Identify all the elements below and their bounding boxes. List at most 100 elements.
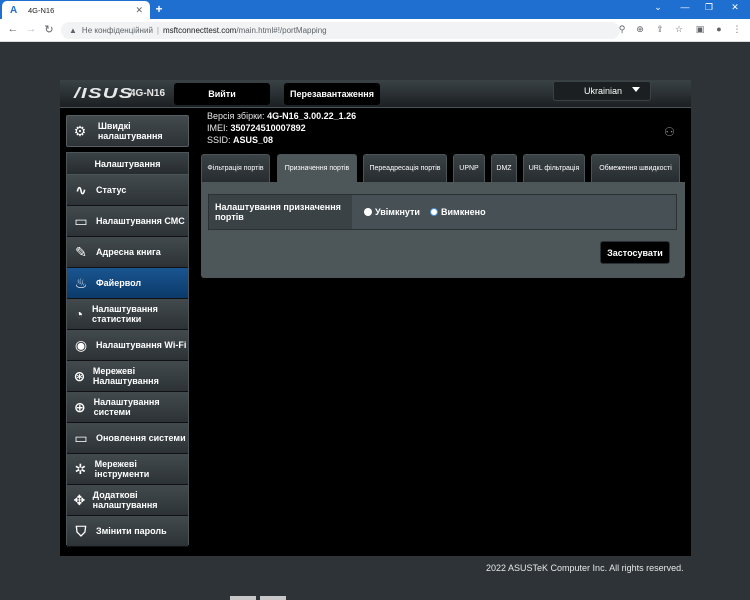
browser-tab-title: 4G-N16 [28, 5, 55, 15]
logout-button[interactable]: Вийти [174, 83, 270, 105]
tab-speed-limit[interactable]: Обмеження швидкості [591, 154, 680, 183]
firewall-icon: ♨ [74, 275, 88, 291]
key-icon[interactable]: ⚲ [615, 24, 629, 35]
radio-enable[interactable]: Увімкнути [364, 207, 420, 217]
sidebar-item-label: Оновлення системи [96, 433, 186, 443]
wifi-icon: ◉ [74, 337, 88, 353]
close-icon[interactable]: ✕ [135, 5, 143, 16]
sidebar-item-password[interactable]: ⛉ Змінити пароль [67, 516, 188, 547]
globe-icon: ⊕ [73, 399, 86, 415]
tools-icon: ✲ [74, 461, 87, 477]
scroll-indicator [230, 596, 256, 600]
model-name: 4G-N16 [130, 88, 166, 99]
menu-icon[interactable]: ⋮ [730, 24, 744, 35]
zoom-icon[interactable]: ⊕ [633, 24, 647, 35]
sms-icon: ▭ [74, 213, 88, 229]
device-info: Версія збірки: 4G-N16_3.00.22_1.26 IMEI:… [207, 110, 356, 146]
quick-setup-label: Швидкі налаштування [97, 121, 163, 141]
copyright: 2022 ASUSTeK Computer Inc. All rights re… [486, 563, 684, 573]
imei-value: 350724510007892 [230, 123, 306, 133]
forward-icon[interactable]: → [24, 23, 38, 35]
profile-icon[interactable]: ● [712, 24, 726, 34]
network-icon: ⊛ [73, 368, 86, 384]
chevron-down-icon[interactable]: ⌄ [648, 2, 668, 13]
tab-port-mapping[interactable]: Призначення портів [277, 154, 357, 183]
port-mapping-setting-row: Налаштування призначення портів Увімкнут… [208, 194, 677, 230]
url-security-label: Не конфіденційний [81, 26, 153, 35]
sidebar-item-sms[interactable]: ▭ Налаштування СМС [67, 206, 188, 237]
sidepanel-icon[interactable]: ▣ [693, 24, 707, 35]
page-background: /ISUS 4G-N16 Вийти Перезавантаження Ukra… [0, 43, 750, 600]
url-separator: | [156, 26, 159, 35]
url-path: /main.html#!/portMapping [236, 26, 327, 35]
back-icon[interactable]: ← [6, 23, 20, 35]
share-icon[interactable]: ⇪ [653, 24, 667, 35]
sidebar-item-update[interactable]: ▭ Оновлення системи [67, 423, 188, 454]
port-mapping-panel: Налаштування призначення портів Увімкнут… [201, 182, 685, 278]
sidebar-item-label: Файервол [96, 278, 142, 288]
sidebar-item-tools[interactable]: ✲ Мережеві інструменти [67, 454, 188, 485]
lock-icon: ⛉ [75, 523, 87, 539]
scroll-indicator [260, 596, 286, 600]
address-bar: ← → ↻ ▲ Не конфіденційний | msftconnectt… [0, 19, 750, 42]
url-field[interactable]: ▲ Не конфіденційний | msftconnecttest.co… [61, 22, 620, 39]
advanced-icon: ✥ [73, 492, 86, 508]
sidebar-item-statistics[interactable]: ◔ Налаштування статистики [67, 299, 188, 330]
tab-port-forwarding[interactable]: Переадресація портів [363, 154, 447, 183]
warning-icon[interactable]: ▲ [69, 26, 77, 35]
router-favicon-icon: A [10, 4, 18, 16]
star-icon[interactable]: ☆ [672, 24, 686, 35]
radio-disable-dot[interactable] [430, 208, 438, 216]
reboot-button[interactable]: Перезавантаження [284, 83, 380, 105]
apply-button[interactable]: Застосувати [600, 241, 670, 264]
sidebar-item-label: Змінити пароль [96, 526, 167, 536]
setting-label: Налаштування призначення портів [209, 195, 352, 229]
sidebar-item-status[interactable]: ∿ Статус [67, 175, 188, 206]
sidebar-menu: Налаштування ∿ Статус ▭ Налаштування СМС… [66, 152, 189, 547]
restore-icon[interactable]: ❐ [699, 2, 719, 13]
tab-url-filtering[interactable]: URL фільтрація [523, 154, 585, 183]
sidebar-item-network[interactable]: ⊛ Мережеві Налаштування [67, 361, 188, 392]
users-icon[interactable]: ⚇ [664, 125, 675, 139]
sidebar-item-system[interactable]: ⊕ Налаштування системи [67, 392, 188, 423]
sidebar-item-label: Адресна книга [96, 247, 161, 257]
ssid-label: SSID: [207, 135, 231, 145]
sidebar-item-label: Налаштування статистики [91, 304, 158, 324]
radio-disable-label: Вимкнено [441, 207, 486, 217]
address-book-icon: ✎ [75, 244, 87, 260]
quick-setup-icon: ⚙ [73, 122, 87, 139]
sidebar-item-label: Налаштування Wi-Fi [96, 340, 187, 350]
router-header: /ISUS 4G-N16 Вийти Перезавантаження Ukra… [60, 80, 691, 108]
sidebar-item-wifi[interactable]: ◉ Налаштування Wi-Fi [67, 330, 188, 361]
reload-icon[interactable]: ↻ [42, 23, 56, 36]
browser-tab-strip: A 4G-N16 ✕ + ⌄ — ❐ ✕ [0, 0, 750, 19]
chevron-down-icon [632, 87, 640, 92]
sidebar-item-advanced[interactable]: ✥ Додаткові налаштування [67, 485, 188, 516]
new-tab-icon[interactable]: + [152, 2, 166, 16]
sidebar-item-label: Мережеві інструменти [94, 459, 150, 479]
url-host: msftconnecttest.com [162, 26, 237, 35]
minimize-icon[interactable]: — [675, 2, 695, 12]
radio-enable-label: Увімкнути [375, 207, 420, 217]
router-ui: /ISUS 4G-N16 Вийти Перезавантаження Ukra… [60, 80, 691, 556]
sidebar-item-label: Налаштування системи [93, 397, 160, 417]
statistics-icon: ◔ [74, 306, 84, 322]
sidebar-item-address-book[interactable]: ✎ Адресна книга [67, 237, 188, 268]
window-close-icon[interactable]: ✕ [725, 2, 745, 13]
asus-logo: /ISUS [74, 85, 134, 102]
language-select[interactable]: Ukrainian [553, 81, 651, 101]
sidebar-item-label: Налаштування СМС [96, 216, 185, 226]
radio-disable[interactable]: Вимкнено [430, 207, 486, 217]
quick-setup-button[interactable]: ⚙ Швидкі налаштування [66, 115, 189, 147]
tab-port-filtering[interactable]: Фільтрація портів [201, 154, 270, 183]
tab-upnp[interactable]: UPNP [453, 154, 485, 183]
language-value: Ukrainian [584, 86, 623, 96]
browser-tab[interactable]: A 4G-N16 ✕ [2, 1, 150, 19]
build-label: Версія збірки: [207, 111, 265, 121]
sidebar-item-label: Статус [96, 185, 127, 195]
radio-enable-dot[interactable] [364, 208, 372, 216]
imei-label: IMEI: [207, 123, 229, 133]
sidebar-item-firewall[interactable]: ♨ Файервол [67, 268, 188, 299]
tab-dmz[interactable]: DMZ [491, 154, 517, 183]
build-value: 4G-N16_3.00.22_1.26 [267, 111, 357, 121]
